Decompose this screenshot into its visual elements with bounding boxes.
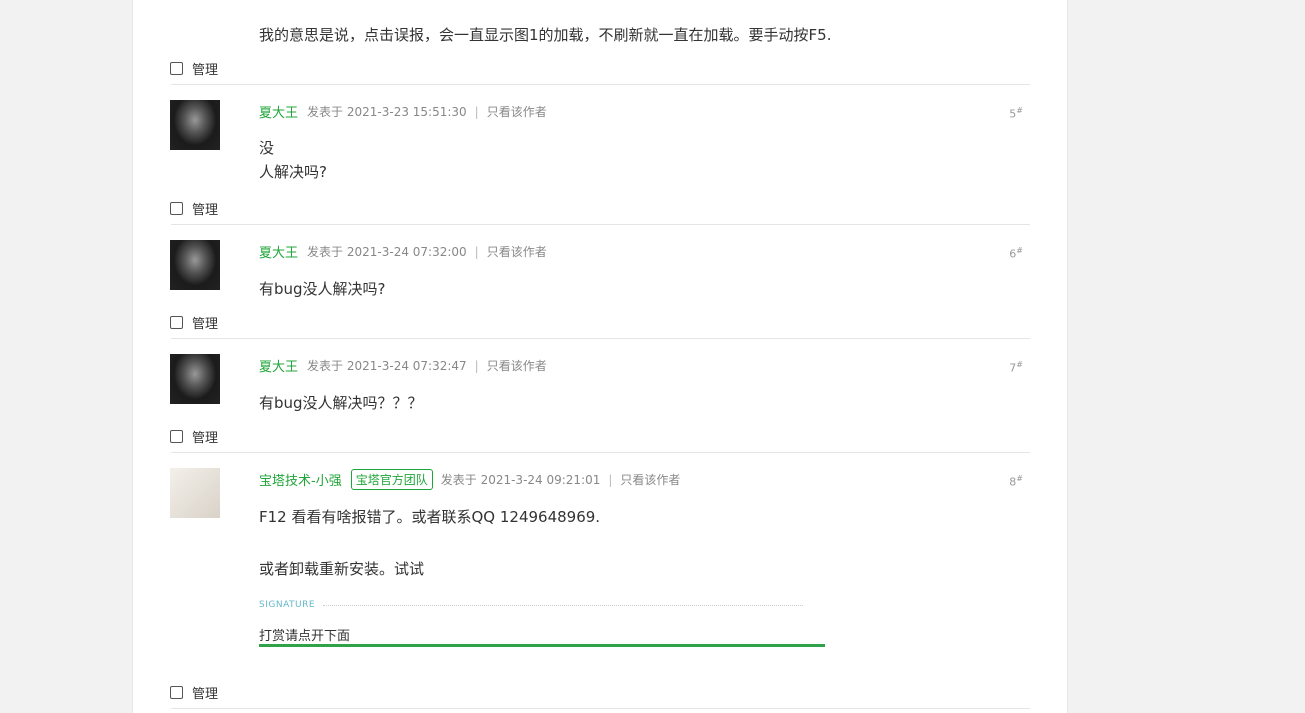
post-meta: 宝塔技术-小强 宝塔官方团队 发表于 2021-3-24 09:21:01 | …: [259, 469, 680, 490]
posted-prefix: 发表于: [440, 473, 477, 487]
checkbox-icon[interactable]: [170, 316, 183, 329]
post-time: 2021-3-24 09:21:01: [480, 472, 601, 487]
floor-number[interactable]: 6#: [1009, 246, 1023, 261]
signature-divider: [323, 605, 803, 606]
avatar[interactable]: [170, 468, 220, 518]
floor-number[interactable]: 7#: [1009, 360, 1023, 375]
author-link[interactable]: 夏大王: [259, 242, 298, 261]
manage-checkbox[interactable]: 管理: [170, 683, 218, 702]
separator: |: [608, 472, 613, 487]
checkbox-icon[interactable]: [170, 686, 183, 699]
checkbox-icon[interactable]: [170, 202, 183, 215]
only-author-link[interactable]: 只看该作者: [487, 103, 547, 120]
avatar[interactable]: [170, 240, 220, 290]
post-content: 有bug没人解决吗?: [259, 280, 386, 298]
checkbox-icon[interactable]: [170, 62, 183, 75]
posted-prefix: 发表于: [307, 245, 344, 259]
manage-label: 管理: [192, 317, 219, 332]
post-content: 有bug没人解决吗？？？: [259, 394, 423, 412]
post-time: 2021-3-24 07:32:00: [346, 244, 467, 259]
checkbox-icon[interactable]: [170, 430, 183, 443]
post-content: 或者卸载重新安装。试试: [259, 560, 425, 578]
manage-checkbox[interactable]: 管理: [170, 427, 218, 446]
post-time: 2021-3-23 15:51:30: [346, 104, 467, 119]
signature-bar: [259, 644, 825, 647]
manage-label: 管理: [192, 687, 219, 702]
manage-checkbox[interactable]: 管理: [170, 59, 218, 78]
post-content: F12 看看有啥报错了。或者联系QQ 1249648969.: [259, 508, 601, 526]
post-divider: [171, 452, 1030, 453]
post-divider: [171, 84, 1030, 85]
avatar[interactable]: [170, 100, 220, 150]
post-list-panel: 我的意思是说，点击误报，会一直显示图1的加载，不刷新就一直在加载。要手动按F5.…: [132, 0, 1068, 713]
author-link[interactable]: 夏大王: [259, 356, 298, 375]
manage-label: 管理: [192, 63, 219, 78]
signature-label: SIGNATURE: [259, 600, 316, 610]
post-divider: [171, 708, 1030, 709]
author-link[interactable]: 夏大王: [259, 102, 298, 121]
post-divider: [171, 224, 1030, 225]
manage-checkbox[interactable]: 管理: [170, 199, 218, 218]
floor-number[interactable]: 5#: [1009, 106, 1023, 121]
separator: |: [474, 104, 479, 119]
manage-label: 管理: [192, 203, 219, 218]
avatar[interactable]: [170, 354, 220, 404]
post-time: 2021-3-24 07:32:47: [346, 358, 467, 373]
only-author-link[interactable]: 只看该作者: [487, 243, 547, 260]
separator: |: [474, 244, 479, 259]
post-meta: 夏大王 发表于 2021-3-23 15:51:30 | 只看该作者: [259, 102, 547, 122]
signature-text: 打赏请点开下面: [259, 629, 351, 644]
manage-checkbox[interactable]: 管理: [170, 313, 218, 332]
posted-prefix: 发表于: [307, 105, 344, 119]
post-meta: 夏大王 发表于 2021-3-24 07:32:00 | 只看该作者: [259, 242, 547, 262]
post-content: 我的意思是说，点击误报，会一直显示图1的加载，不刷新就一直在加载。要手动按F5.: [259, 26, 832, 44]
only-author-link[interactable]: 只看该作者: [620, 471, 680, 488]
posted-prefix: 发表于: [307, 359, 344, 373]
only-author-link[interactable]: 只看该作者: [487, 357, 547, 374]
post-content: 没 人解决吗?: [259, 139, 327, 181]
author-link[interactable]: 宝塔技术-小强: [259, 470, 342, 489]
post-divider: [171, 338, 1030, 339]
post-meta: 夏大王 发表于 2021-3-24 07:32:47 | 只看该作者: [259, 356, 547, 376]
official-team-badge: 宝塔官方团队: [350, 469, 433, 490]
separator: |: [474, 358, 479, 373]
floor-number[interactable]: 8#: [1009, 474, 1023, 489]
manage-label: 管理: [192, 431, 219, 446]
